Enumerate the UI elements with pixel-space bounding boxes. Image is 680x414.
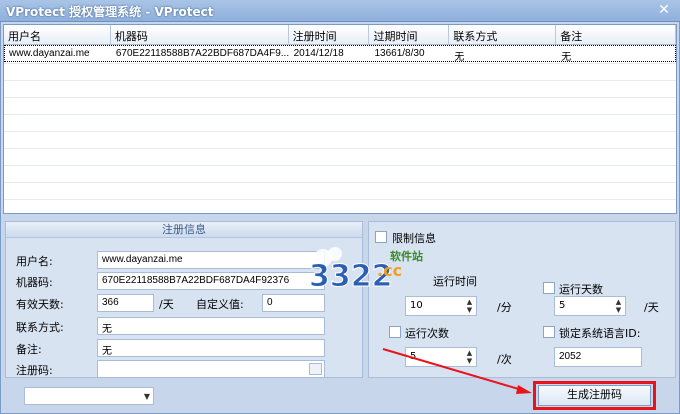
annotation-arrow-icon <box>382 348 532 394</box>
